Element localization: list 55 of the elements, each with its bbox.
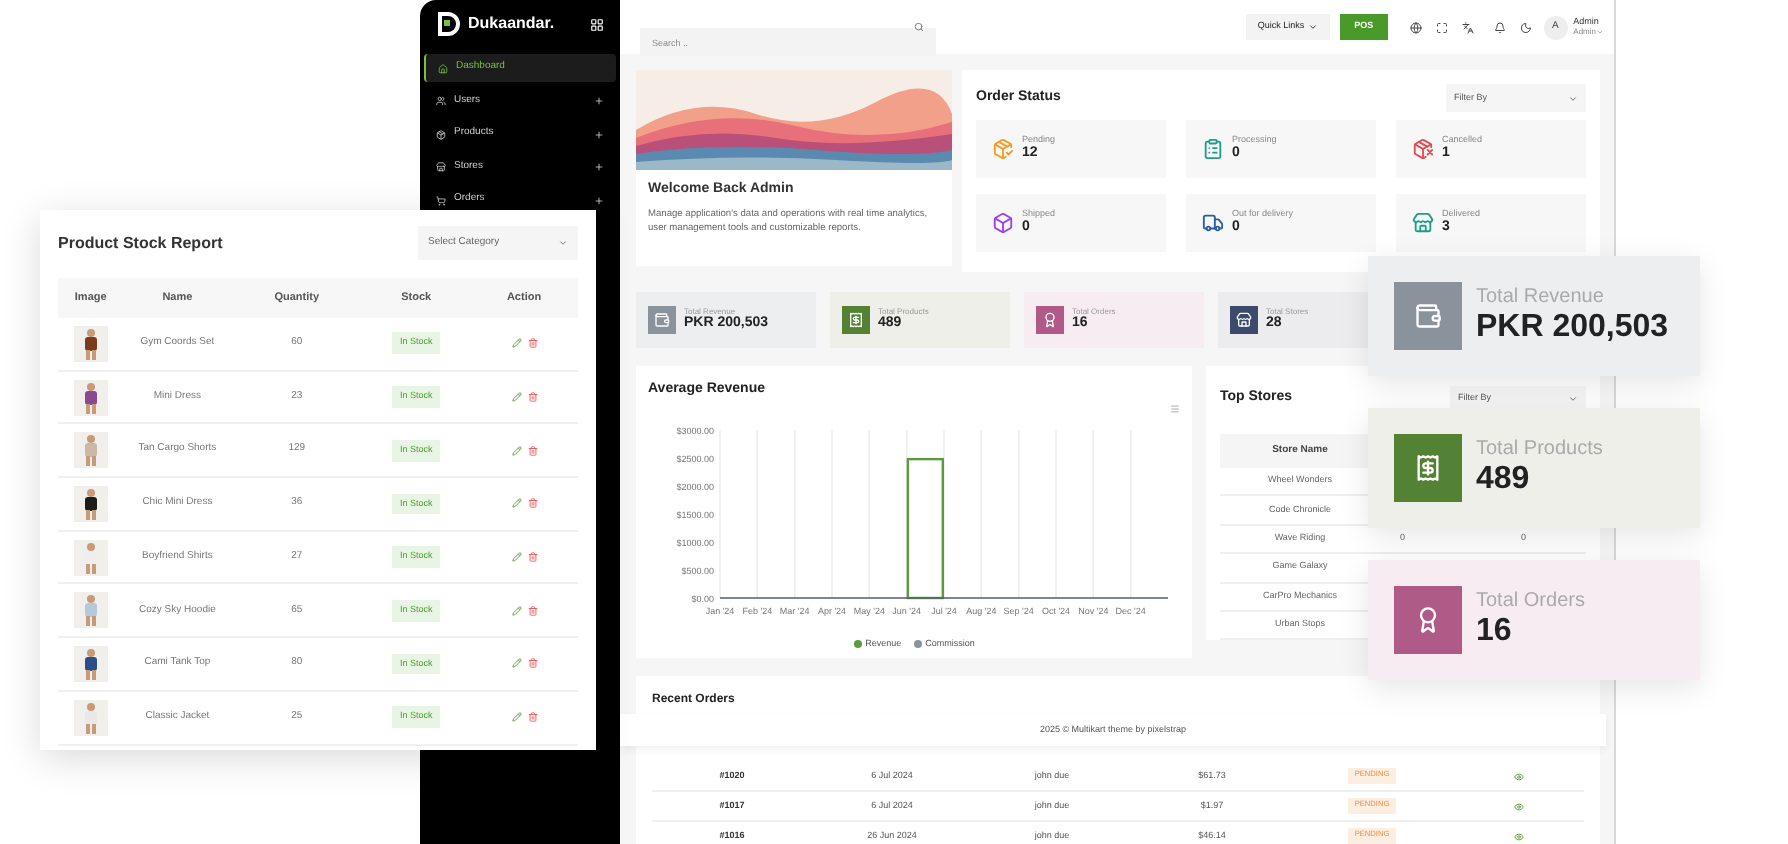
- wallet-icon: [1414, 302, 1442, 330]
- view-icon[interactable]: [1513, 801, 1523, 811]
- expand-icon: [594, 162, 604, 172]
- users-icon: [436, 96, 446, 106]
- card-value: PKR 200,503: [1476, 309, 1669, 346]
- revenue-bar: [906, 457, 944, 600]
- expand-icon: [594, 195, 604, 205]
- translate-icon[interactable]: [1461, 21, 1474, 33]
- award-icon: [1414, 606, 1442, 634]
- delete-icon[interactable]: [527, 712, 538, 723]
- view-icon[interactable]: [1513, 771, 1523, 781]
- card-title: Product Stock Report: [58, 231, 223, 255]
- delete-icon[interactable]: [527, 338, 538, 349]
- logo-icon: [436, 12, 460, 36]
- delete-icon[interactable]: [527, 658, 538, 669]
- edit-icon[interactable]: [511, 658, 522, 669]
- bell-icon[interactable]: [1493, 21, 1506, 33]
- edit-icon[interactable]: [511, 338, 522, 349]
- box-icon: [436, 129, 446, 139]
- search-icon[interactable]: [914, 22, 924, 32]
- delete-icon[interactable]: [527, 552, 538, 563]
- edit-icon[interactable]: [511, 445, 522, 456]
- store-icon: [436, 162, 446, 172]
- moon-icon[interactable]: [1519, 21, 1532, 33]
- delete-icon[interactable]: [527, 392, 538, 403]
- card-label: Total Revenue: [1476, 286, 1606, 310]
- edit-icon[interactable]: [511, 498, 522, 509]
- delete-icon[interactable]: [527, 498, 538, 509]
- receipt-icon: [848, 312, 864, 328]
- card-value: 489: [1476, 461, 1532, 498]
- edit-icon[interactable]: [511, 605, 522, 616]
- chevron-icon: [558, 238, 568, 248]
- expand-icon: [594, 129, 604, 139]
- expand-icon: [594, 96, 604, 106]
- card-value: 16: [1476, 613, 1514, 650]
- chevron-icon: [1308, 22, 1319, 32]
- menu-toggle-icon[interactable]: [590, 17, 604, 31]
- delete-icon[interactable]: [527, 445, 538, 456]
- view-icon[interactable]: [1513, 831, 1523, 841]
- card-label: Total Products: [1476, 438, 1603, 462]
- receipt-icon: [1414, 454, 1442, 482]
- delete-icon[interactable]: [527, 605, 538, 616]
- brand-name: Dukaandar.: [468, 12, 555, 36]
- edit-icon[interactable]: [511, 712, 522, 723]
- award-icon: [1042, 312, 1058, 328]
- store-icon: [1236, 312, 1252, 328]
- cart-icon: [436, 195, 446, 205]
- edit-icon[interactable]: [511, 552, 522, 563]
- card-label: Total Orders: [1476, 590, 1585, 614]
- home-icon: [438, 63, 448, 73]
- chevron-icon: [1568, 93, 1578, 103]
- globe-icon[interactable]: [1409, 21, 1422, 33]
- edit-icon[interactable]: [511, 392, 522, 403]
- chevron-icon: [1568, 393, 1578, 403]
- wallet-icon: [654, 312, 670, 328]
